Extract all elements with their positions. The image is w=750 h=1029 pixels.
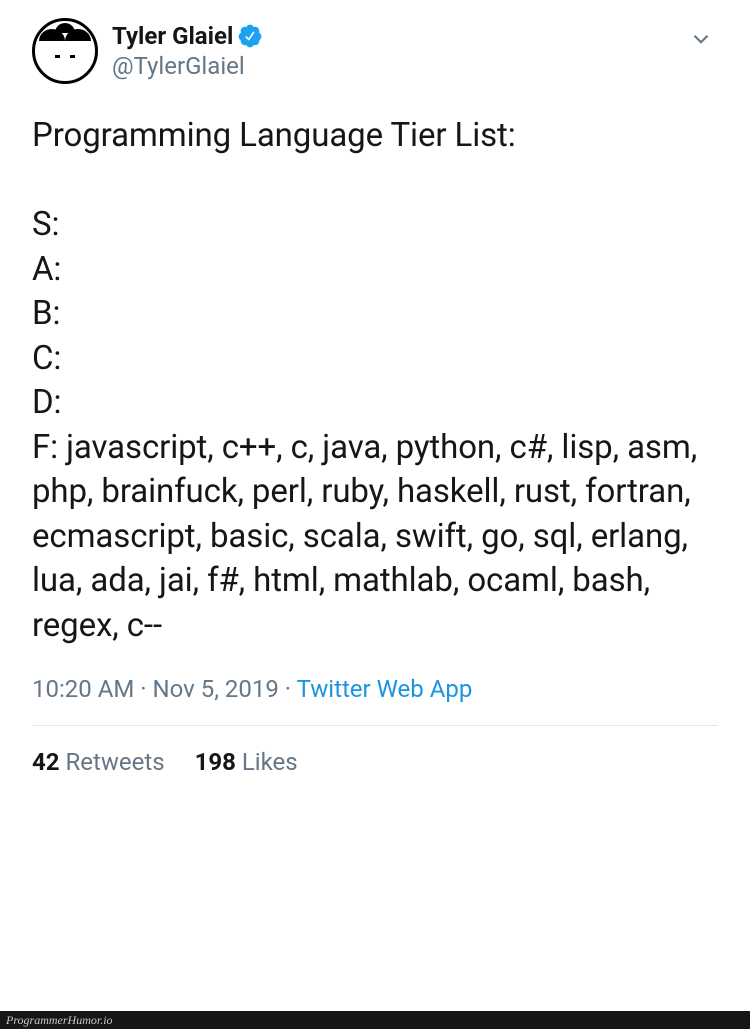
retweets-label: Retweets	[66, 748, 165, 776]
tweet-source[interactable]: Twitter Web App	[297, 675, 473, 703]
verified-badge-icon	[237, 23, 263, 49]
meta-separator: ·	[285, 675, 297, 703]
display-name-row: Tyler Glaiel	[112, 22, 263, 50]
avatar[interactable]	[32, 18, 98, 84]
tweet-meta: 10:20 AM · Nov 5, 2019 · Twitter Web App	[32, 675, 718, 703]
watermark: ProgrammerHumor.io	[0, 1011, 750, 1029]
likes-stat[interactable]: 198 Likes	[195, 748, 298, 776]
tweet-text: Programming Language Tier List: S: A: B:…	[32, 114, 718, 649]
likes-label: Likes	[242, 748, 298, 776]
tweet-container: Tyler Glaiel @TylerGlaiel Programming La…	[0, 0, 750, 798]
chevron-down-icon[interactable]	[688, 26, 714, 56]
display-name[interactable]: Tyler Glaiel	[112, 22, 233, 50]
user-handle[interactable]: @TylerGlaiel	[112, 52, 263, 80]
avatar-image	[35, 21, 95, 81]
retweets-count: 42	[32, 748, 60, 776]
tweet-header: Tyler Glaiel @TylerGlaiel	[32, 18, 718, 84]
retweets-stat[interactable]: 42 Retweets	[32, 748, 165, 776]
likes-count: 198	[195, 748, 236, 776]
timestamp[interactable]: 10:20 AM · Nov 5, 2019	[32, 675, 279, 703]
tweet-stats: 42 Retweets 198 Likes	[32, 726, 718, 798]
author-names: Tyler Glaiel @TylerGlaiel	[112, 18, 263, 80]
